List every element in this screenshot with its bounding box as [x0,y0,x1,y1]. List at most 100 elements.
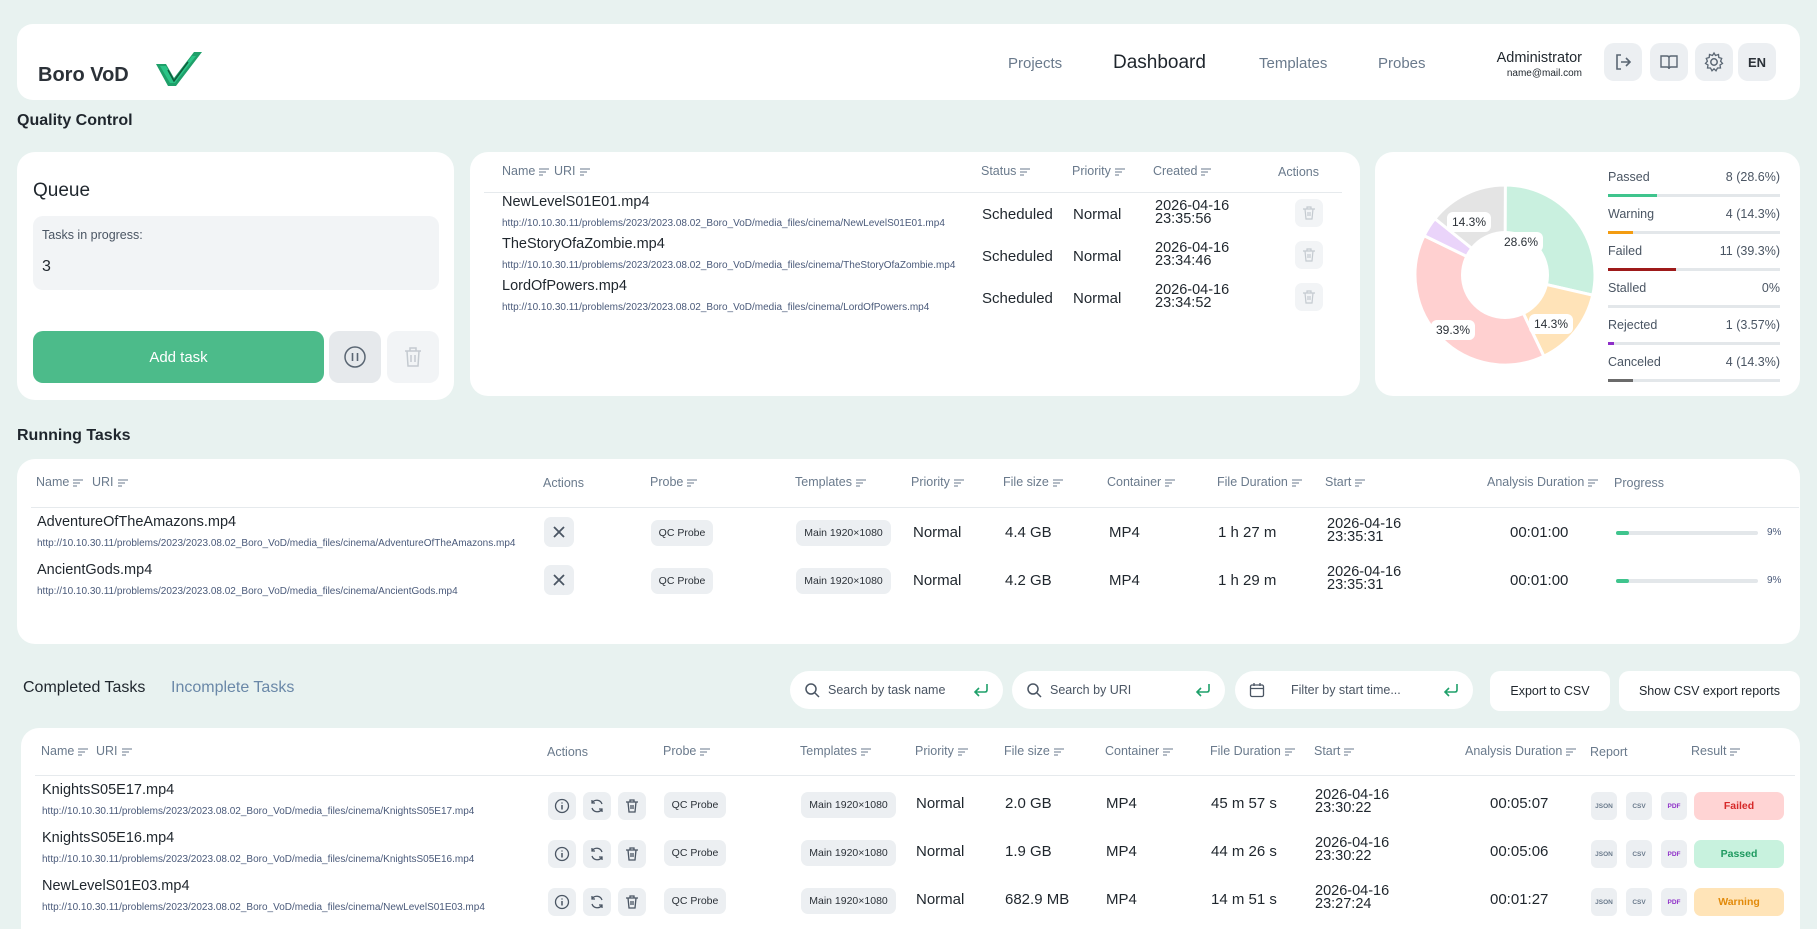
json-report-button[interactable]: JSON [1591,888,1617,916]
nav-dashboard[interactable]: Dashboard [1113,52,1206,74]
csv-report-button[interactable]: CSV [1626,840,1652,868]
task-start: 2026-04-16 23:30:22 [1315,835,1390,864]
task-analysis-duration: 00:05:06 [1490,843,1549,860]
col-uri[interactable]: URI [554,164,590,178]
search-icon [805,683,820,698]
logout-button[interactable] [1604,43,1642,81]
task-status: Scheduled [982,206,1053,223]
col-priority[interactable]: Priority [911,475,964,489]
col-actions: Actions [1278,165,1319,179]
result-badge: Warning [1694,888,1784,916]
stop-button[interactable] [544,517,574,547]
col-name[interactable]: Name [502,164,550,178]
docs-button[interactable] [1650,43,1688,81]
filter-start-time[interactable]: Filter by start time... [1235,671,1473,709]
col-file-size[interactable]: File size [1004,744,1064,758]
slice-label-passed: 28.6% [1499,232,1544,252]
pdf-report-icon: PDF [1667,850,1681,858]
col-start[interactable]: Start [1325,475,1366,489]
delete-button[interactable] [618,792,646,820]
language-button[interactable]: EN [1738,43,1776,81]
col-status[interactable]: Status [981,164,1031,178]
nav-probes[interactable]: Probes [1378,55,1426,72]
sort-icon [957,748,968,756]
json-report-button[interactable]: JSON [1591,792,1617,820]
col-templates[interactable]: Templates [800,744,871,758]
nav-projects[interactable]: Projects [1008,55,1062,72]
info-icon [554,846,570,862]
sort-icon [953,479,964,487]
col-uri[interactable]: URI [96,744,132,758]
col-name[interactable]: Name [41,744,89,758]
refresh-icon [591,799,603,813]
task-priority: Normal [1073,248,1122,265]
delete-button[interactable] [618,840,646,868]
json-report-icon: JSON [1595,802,1613,810]
restart-button[interactable] [583,840,611,868]
tasks-in-progress-box: Tasks in progress: 3 [33,216,439,290]
sort-icon [687,479,698,487]
pdf-report-button[interactable]: PDF [1661,840,1687,868]
add-task-button[interactable]: Add task [33,331,324,383]
col-analysis-duration[interactable]: Analysis Duration [1487,475,1599,489]
enter-icon [1195,684,1210,697]
json-report-button[interactable]: JSON [1591,840,1617,868]
col-container[interactable]: Container [1105,744,1174,758]
restart-button[interactable] [583,888,611,916]
task-analysis-duration: 00:01:27 [1490,891,1549,908]
col-file-duration[interactable]: File Duration [1217,475,1302,489]
col-name[interactable]: Name [36,475,84,489]
sort-icon [700,748,711,756]
template-chip: Main 1920×1080 [796,568,891,594]
col-uri[interactable]: URI [92,475,128,489]
task-status: Scheduled [982,248,1053,265]
task-container: MP4 [1106,843,1137,860]
tab-completed-tasks[interactable]: Completed Tasks [23,679,145,697]
add-task-label: Add task [149,348,208,366]
pause-queue-button[interactable] [329,331,381,383]
show-csv-reports-button[interactable]: Show CSV export reports [1619,671,1800,711]
pdf-report-button[interactable]: PDF [1661,792,1687,820]
col-created[interactable]: Created [1153,164,1212,178]
result-badge: Passed [1694,840,1784,868]
refresh-icon [591,847,603,861]
delete-button[interactable] [1295,241,1323,269]
col-probe[interactable]: Probe [663,744,711,758]
template-chip: Main 1920×1080 [801,840,896,866]
col-analysis-duration[interactable]: Analysis Duration [1465,744,1577,758]
stop-button[interactable] [544,565,574,595]
sort-icon [1284,748,1295,756]
col-priority[interactable]: Priority [1072,164,1125,178]
task-name: AncientGods.mp4 [37,562,153,578]
delete-button[interactable] [618,888,646,916]
info-button[interactable] [548,840,576,868]
export-csv-button[interactable]: Export to CSV [1490,671,1610,711]
close-icon [553,574,565,586]
csv-report-button[interactable]: CSV [1626,792,1652,820]
delete-button[interactable] [1295,199,1323,227]
settings-button[interactable] [1695,43,1733,81]
col-container[interactable]: Container [1107,475,1176,489]
csv-report-button[interactable]: CSV [1626,888,1652,916]
delete-button[interactable] [1295,283,1323,311]
col-probe[interactable]: Probe [650,475,698,489]
stats-card: 28.6% 14.3% 39.3% 14.3% Passed 8 (28.6%)… [1375,152,1800,396]
search-uri[interactable]: Search by URI [1012,671,1225,709]
template-chip: Main 1920×1080 [801,888,896,914]
col-start[interactable]: Start [1314,744,1355,758]
pdf-report-button[interactable]: PDF [1661,888,1687,916]
col-priority[interactable]: Priority [915,744,968,758]
info-button[interactable] [548,792,576,820]
clear-queue-button[interactable] [387,331,439,383]
col-file-duration[interactable]: File Duration [1210,744,1295,758]
search-task-name[interactable]: Search by task name [790,671,1003,709]
tab-incomplete-tasks[interactable]: Incomplete Tasks [171,679,294,697]
task-uri: http://10.10.30.11/problems/2023/2023.08… [502,302,930,313]
task-created: 2026-04-16 23:34:52 [1155,282,1230,311]
nav-templates[interactable]: Templates [1259,55,1327,72]
col-file-size[interactable]: File size [1003,475,1063,489]
restart-button[interactable] [583,792,611,820]
col-result[interactable]: Result [1691,744,1741,758]
info-button[interactable] [548,888,576,916]
col-templates[interactable]: Templates [795,475,866,489]
